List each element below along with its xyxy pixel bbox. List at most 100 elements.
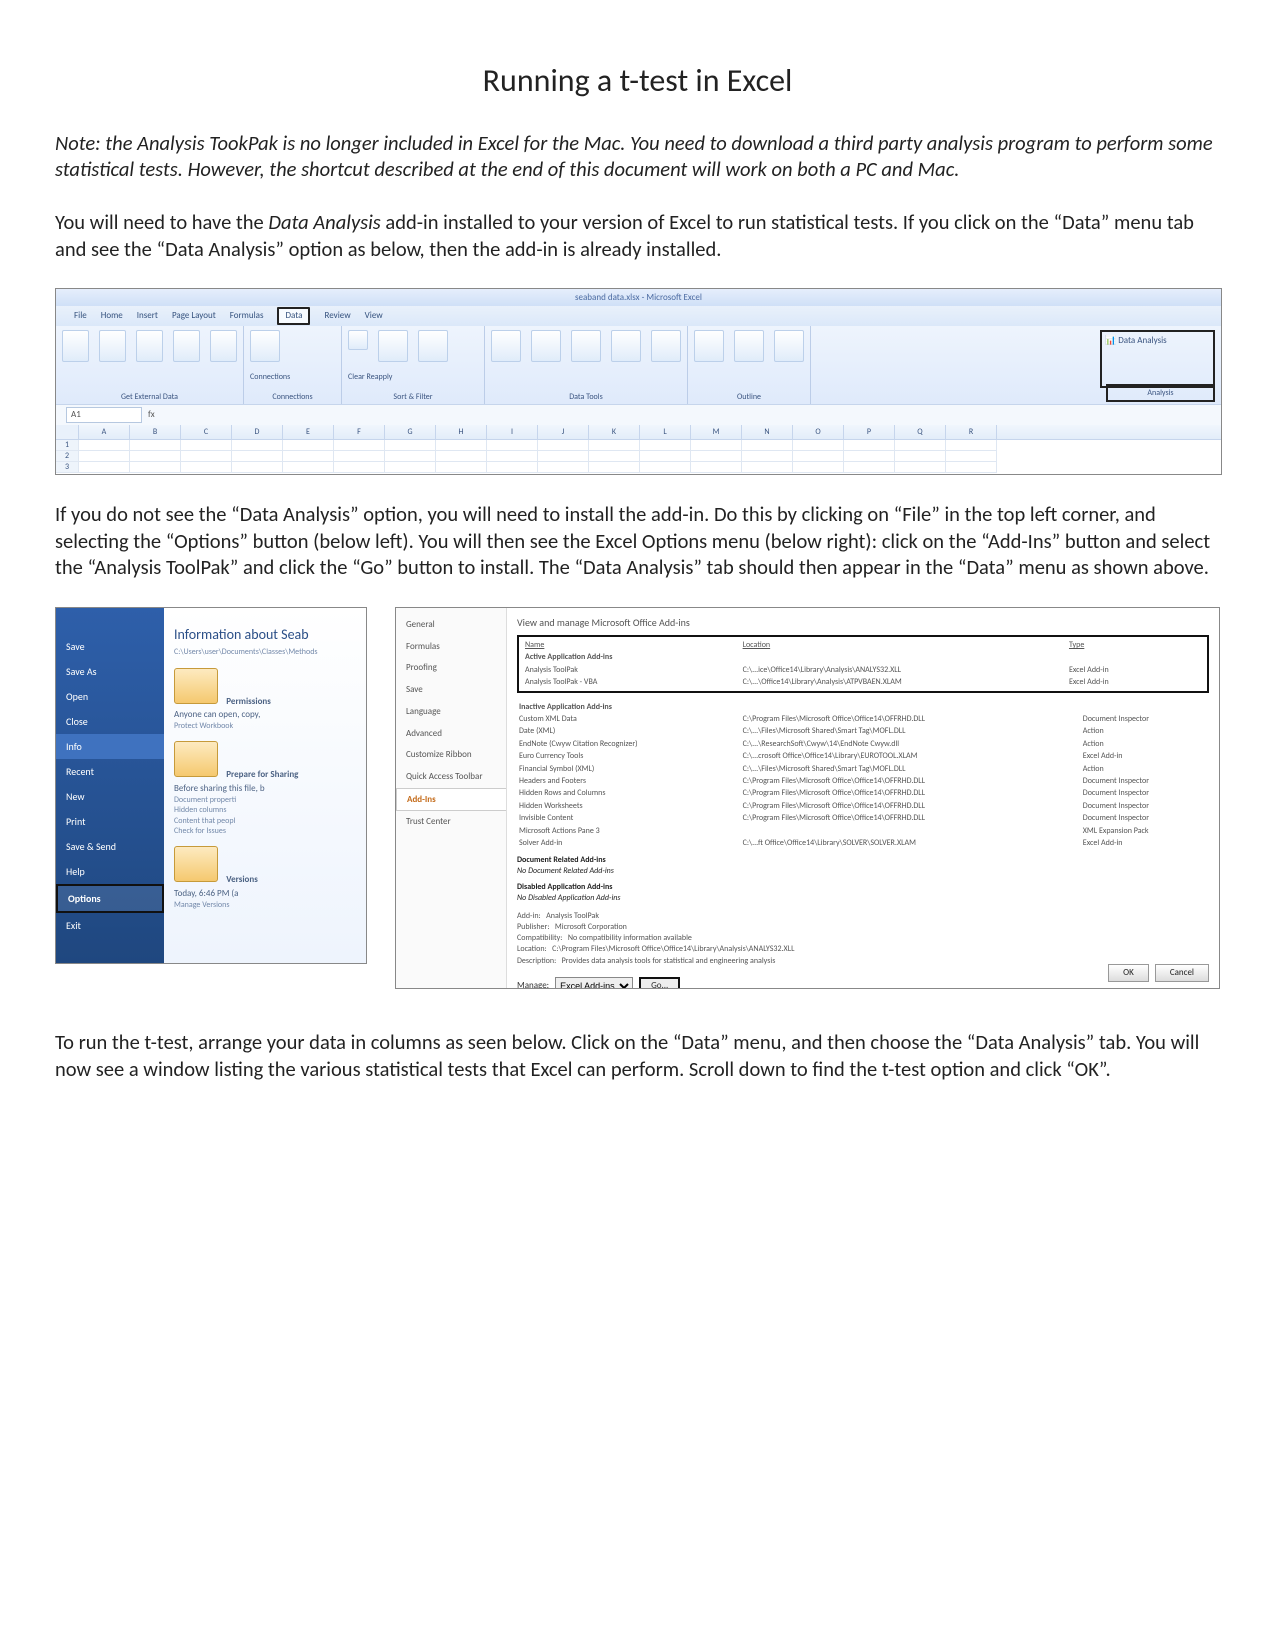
connections-label: Connections	[250, 372, 335, 382]
info-heading: Information about Seab	[174, 626, 356, 644]
disabled-text: No Disabled Application Add-ins	[517, 893, 621, 903]
side-info[interactable]: Info	[56, 734, 164, 759]
tab-file[interactable]: File	[74, 310, 87, 322]
name-box[interactable]: A1	[66, 407, 142, 423]
consolidate-button[interactable]	[611, 330, 641, 362]
addins-heading: View and manage Microsoft Office Add-ins	[517, 616, 1209, 629]
share-i2: Hidden columns	[174, 805, 356, 815]
detail-loc-v: C:\Program Files\Microsoft Office\Office…	[552, 944, 794, 954]
opt-advanced[interactable]: Advanced	[396, 723, 506, 745]
reapply-label[interactable]: Reapply	[367, 372, 393, 382]
side-options[interactable]: Options	[56, 884, 164, 913]
text: You will need to have the	[55, 209, 268, 235]
detail-addin-l: Add-in:	[517, 911, 541, 921]
ungroup-button[interactable]	[734, 330, 764, 362]
opt-save[interactable]: Save	[396, 679, 506, 701]
refresh-all-button[interactable]	[250, 330, 280, 362]
share-i3: Content that peopl	[174, 816, 356, 826]
detail-desc-v: Provides data analysis tools for statist…	[562, 956, 776, 966]
side-recent[interactable]: Recent	[56, 759, 164, 784]
opt-trust-center[interactable]: Trust Center	[396, 811, 506, 833]
ok-button[interactable]: OK	[1108, 964, 1149, 982]
row: C:\...ice\Office14\Library\Analysis\ANAL…	[741, 664, 1067, 676]
row[interactable]: Analysis ToolPak	[523, 664, 741, 676]
perm-heading: Permissions	[226, 696, 271, 707]
protect-workbook-button[interactable]	[174, 668, 218, 704]
detail-compat-l: Compatibility:	[517, 933, 562, 943]
manage-select[interactable]: Excel Add-ins	[555, 977, 633, 989]
from-other-button[interactable]	[173, 330, 200, 362]
detail-desc-l: Description:	[517, 956, 556, 966]
options-main: View and manage Microsoft Office Add-ins…	[507, 608, 1219, 988]
cancel-button[interactable]: Cancel	[1155, 964, 1209, 982]
side-save-as[interactable]: Save As	[56, 659, 164, 684]
subtotal-button[interactable]	[774, 330, 804, 362]
opt-customize-ribbon[interactable]: Customize Ribbon	[396, 744, 506, 766]
row: Excel Add-in	[1067, 664, 1203, 676]
share-i1: Document properti	[174, 795, 356, 805]
ribbon-body: Get External Data Connections Connection…	[56, 326, 1221, 404]
row[interactable]: Analysis ToolPak - VBA	[523, 676, 741, 688]
ver-text: Today, 6:46 PM (a	[174, 888, 238, 899]
existing-conn-button[interactable]	[210, 330, 237, 362]
ver-btn-label: Manage Versions	[174, 900, 356, 910]
opt-addins[interactable]: Add-Ins	[396, 788, 506, 812]
detail-pub-l: Publisher:	[517, 922, 549, 932]
from-text-button[interactable]	[136, 330, 163, 362]
remove-duplicates-button[interactable]	[531, 330, 561, 362]
inactive-heading: Inactive Application Add-ins	[519, 702, 612, 712]
group-label: Sort & Filter	[348, 392, 478, 402]
check-issues-button[interactable]	[174, 741, 218, 777]
side-close[interactable]: Close	[56, 709, 164, 734]
emphasis: Data Analysis	[268, 209, 380, 235]
backstage-main: Information about Seab C:\Users\user\Doc…	[164, 608, 366, 963]
text-to-columns-button[interactable]	[491, 330, 521, 362]
fx-icon[interactable]: fx	[148, 409, 155, 421]
formula-bar: A1 fx	[56, 404, 1221, 425]
group-label: Data Tools	[491, 392, 681, 402]
manage-versions-button[interactable]	[174, 846, 218, 882]
opt-general[interactable]: General	[396, 614, 506, 636]
tab-page-layout[interactable]: Page Layout	[172, 310, 216, 322]
side-open[interactable]: Open	[56, 684, 164, 709]
side-exit[interactable]: Exit	[56, 913, 164, 938]
tab-insert[interactable]: Insert	[137, 310, 158, 322]
backstage-sidebar: Save Save As Open Close Info Recent New …	[56, 608, 164, 963]
tab-view[interactable]: View	[365, 310, 383, 322]
detail-compat-v: No compatibility information available	[568, 933, 692, 943]
filter-button[interactable]	[418, 330, 448, 362]
whatif-button[interactable]	[651, 330, 681, 362]
sort-asc-icon[interactable]	[348, 330, 368, 350]
opt-language[interactable]: Language	[396, 701, 506, 723]
from-web-button[interactable]	[99, 330, 126, 362]
opt-qat[interactable]: Quick Access Toolbar	[396, 766, 506, 788]
clear-label[interactable]: Clear	[348, 372, 365, 382]
info-path: C:\Users\user\Documents\Classes\Methods	[174, 647, 356, 657]
worksheet-grid: ABCDEFGHIJKLMNOPQR 123	[56, 425, 1221, 473]
detail-pub-v: Microsoft Corporation	[555, 922, 627, 932]
tab-data[interactable]: Data	[277, 307, 310, 325]
detail-addin-v: Analysis ToolPak	[546, 911, 599, 921]
side-save-send[interactable]: Save & Send	[56, 834, 164, 859]
tab-formulas[interactable]: Formulas	[230, 310, 264, 322]
tab-home[interactable]: Home	[101, 310, 123, 322]
from-access-button[interactable]	[62, 330, 89, 362]
go-button[interactable]: Go...	[639, 977, 680, 989]
perm-btn-label: Protect Workbook	[174, 721, 356, 731]
side-help[interactable]: Help	[56, 859, 164, 884]
data-analysis-button[interactable]: Data Analysis	[1118, 335, 1166, 346]
data-analysis-highlight: 📊 Data Analysis	[1100, 330, 1215, 388]
tab-review[interactable]: Review	[324, 310, 350, 322]
analysis-group-highlight: Analysis	[1106, 384, 1215, 402]
data-validation-button[interactable]	[571, 330, 601, 362]
side-save[interactable]: Save	[56, 634, 164, 659]
active-heading: Active Application Add-ins	[525, 652, 612, 662]
side-new[interactable]: New	[56, 784, 164, 809]
side-print[interactable]: Print	[56, 809, 164, 834]
sort-button[interactable]	[378, 330, 408, 362]
opt-formulas[interactable]: Formulas	[396, 636, 506, 658]
intro-paragraph: You will need to have the Data Analysis …	[55, 209, 1220, 262]
row: C:\...\Office14\Library\Analysis\ATPVBAE…	[741, 676, 1067, 688]
opt-proofing[interactable]: Proofing	[396, 657, 506, 679]
group-button[interactable]	[694, 330, 724, 362]
